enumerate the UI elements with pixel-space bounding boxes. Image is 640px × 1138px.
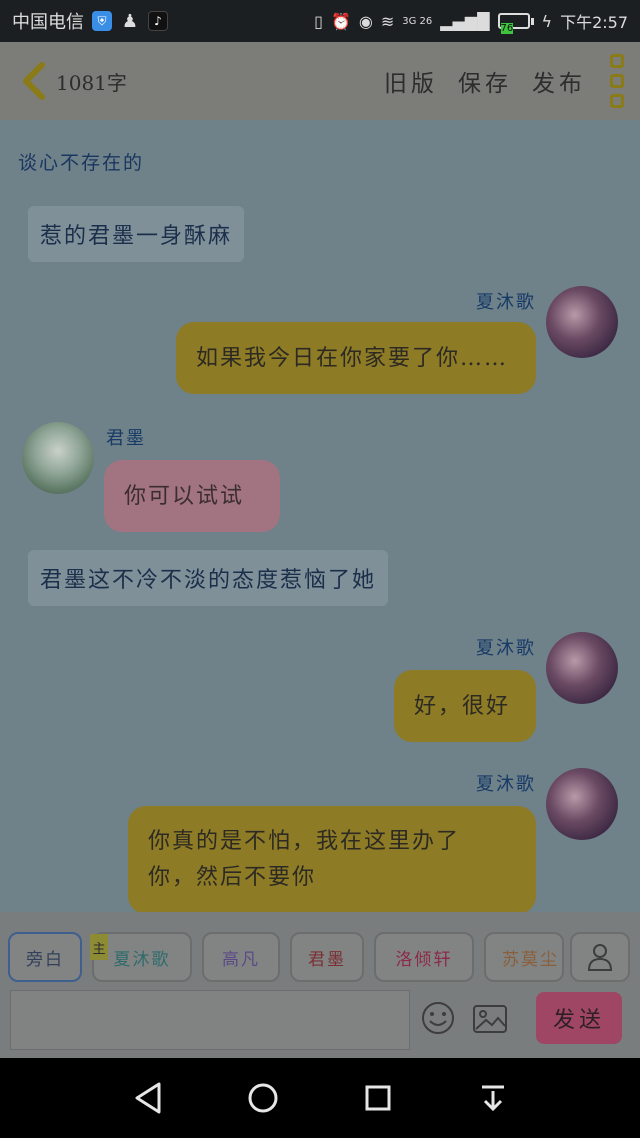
avatar-xia-muge[interactable]	[546, 286, 618, 358]
message-text: 如果我今日在你家要了你……	[196, 346, 509, 371]
message-text-line: 你真的是不怕，我在这里办了	[148, 829, 461, 854]
role-label: 夏沐歌	[113, 949, 171, 970]
status-bar: 中国电信 ⛨ ♟ ♪ ▯ ⏰ ◉ ≋ 3G 26 ▂▄▆█ 76 ϟ 下午2:5…	[0, 0, 640, 42]
carrier-label: 中国电信	[12, 12, 84, 33]
narration-text: 君墨这不冷不淡的态度惹恼了她	[40, 568, 377, 593]
old-version-button[interactable]: 旧版	[384, 64, 438, 98]
role-label: 苏莫尘	[502, 949, 559, 970]
chat-area[interactable]: 谈心不存在的 惹的君墨一身酥麻 夏沐歌 如果我今日在你家要了你…… 君墨 你可以…	[0, 120, 640, 912]
avatar-xia-muge[interactable]	[546, 768, 618, 840]
sender-name: 夏沐歌	[476, 774, 536, 795]
more-menu-icon[interactable]	[610, 54, 624, 108]
message-text: 你可以试试	[124, 484, 245, 509]
message-bubble[interactable]: 你可以试试	[104, 460, 280, 532]
user-icon	[587, 944, 613, 971]
message-bubble[interactable]: 你真的是不怕，我在这里办了 你，然后不要你	[128, 806, 536, 912]
message-text-line: 你，然后不要你	[148, 865, 317, 890]
avatar-xia-muge[interactable]	[546, 632, 618, 704]
sender-name: 夏沐歌	[476, 638, 536, 659]
avatar-jun-mo[interactable]	[22, 422, 94, 494]
emoji-icon[interactable]	[420, 1000, 456, 1036]
charging-icon: ϟ	[541, 11, 553, 31]
editor-header: 1081字 旧版 保存 发布	[0, 42, 640, 120]
notification-pull-icon[interactable]	[468, 1073, 518, 1123]
sender-name: 夏沐歌	[476, 292, 536, 313]
message-bubble[interactable]: 如果我今日在你家要了你……	[176, 322, 536, 394]
composer: 旁白 夏沐歌 高凡 君墨 洛倾轩 苏莫尘 主 发送	[0, 912, 640, 1058]
shield-app-icon: ⛨	[92, 11, 112, 31]
tiktok-app-icon: ♪	[148, 11, 168, 31]
role-label: 高凡	[222, 949, 260, 970]
recents-nav-icon[interactable]	[353, 1073, 403, 1123]
publish-button[interactable]: 发布	[532, 64, 586, 98]
save-button[interactable]: 保存	[458, 64, 512, 98]
role-chip-luo-qingxuan[interactable]: 洛倾轩	[374, 932, 474, 982]
message-text: 好，很好	[414, 694, 511, 719]
role-label: 君墨	[308, 949, 346, 970]
role-label: 洛倾轩	[395, 949, 453, 970]
network-label: 3G 26	[402, 15, 433, 27]
eye-icon: ◉	[358, 11, 373, 31]
role-chip-narrator[interactable]: 旁白	[8, 932, 82, 982]
word-count: 1081字	[56, 70, 127, 95]
main-role-tag: 主	[90, 934, 108, 960]
battery-level: 76	[500, 23, 514, 34]
role-chip-gao-fan[interactable]: 高凡	[202, 932, 280, 982]
back-nav-icon[interactable]	[123, 1073, 173, 1123]
qq-app-icon: ♟	[121, 10, 139, 32]
battery-icon: 76	[497, 13, 534, 34]
narration-text: 惹的君墨一身酥麻	[40, 224, 233, 249]
role-manager-button[interactable]	[570, 932, 630, 982]
role-chip-jun-mo[interactable]: 君墨	[290, 932, 364, 982]
narration-message[interactable]: 君墨这不冷不淡的态度惹恼了她	[28, 550, 389, 606]
role-chip-su-mochen[interactable]: 苏莫尘	[484, 932, 564, 982]
role-label: 旁白	[26, 949, 64, 970]
clock: 下午2:57	[560, 13, 628, 32]
navigation-bar	[0, 1058, 640, 1138]
send-button[interactable]: 发送	[536, 992, 622, 1044]
signal-icon: ▂▄▆█	[440, 11, 490, 31]
chat-topic: 谈心不存在的	[18, 152, 145, 174]
image-icon[interactable]	[472, 1004, 508, 1034]
message-bubble[interactable]: 好，很好	[394, 670, 536, 742]
alarm-icon: ⏰	[330, 11, 351, 31]
message-input[interactable]	[10, 990, 410, 1050]
wifi-icon: ≋	[380, 11, 395, 31]
sender-name: 君墨	[106, 428, 146, 449]
home-nav-icon[interactable]	[238, 1073, 288, 1123]
vibrate-icon: ▯	[314, 11, 323, 31]
narration-message[interactable]: 惹的君墨一身酥麻	[28, 206, 245, 262]
back-icon[interactable]	[16, 61, 50, 101]
